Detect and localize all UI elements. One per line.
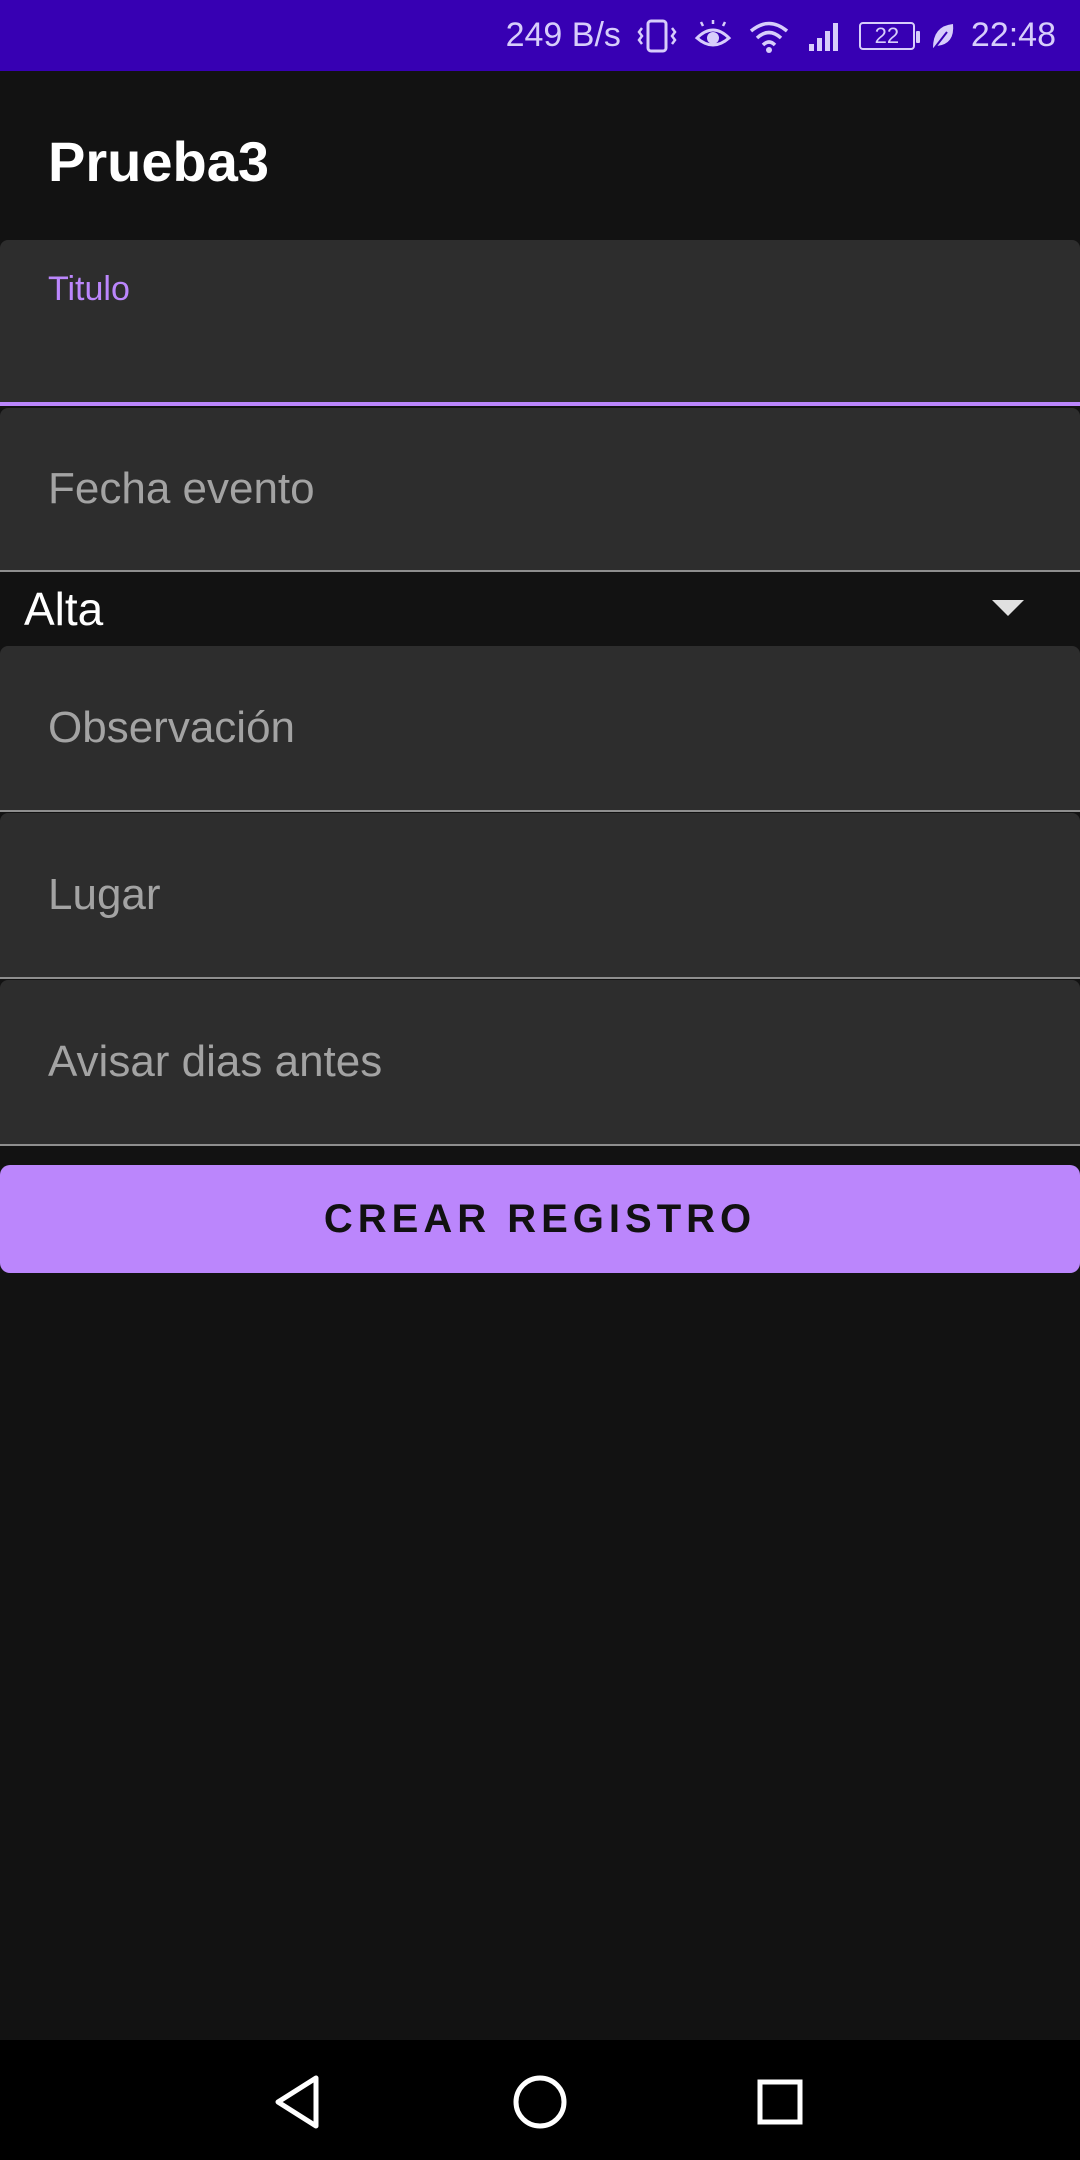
titulo-label: Titulo bbox=[48, 270, 130, 308]
battery-level: 22 bbox=[858, 21, 920, 50]
wifi-icon bbox=[747, 18, 791, 54]
app-bar: Prueba3 bbox=[0, 71, 1080, 240]
crear-registro-button[interactable]: CREAR REGISTRO bbox=[0, 1165, 1080, 1273]
priority-selected-value: Alta bbox=[24, 583, 104, 635]
observacion-field[interactable]: Observación bbox=[0, 646, 1080, 812]
network-speed: 249 B/s bbox=[505, 16, 621, 54]
leaf-icon bbox=[929, 20, 957, 52]
eye-comfort-icon bbox=[693, 18, 733, 54]
avisar-dias-placeholder: Avisar dias antes bbox=[48, 1037, 383, 1086]
recents-icon[interactable] bbox=[748, 2070, 812, 2134]
vibrate-icon bbox=[635, 18, 679, 54]
lugar-field[interactable]: Lugar bbox=[0, 813, 1080, 979]
status-bar: 249 B/s 22 22:48 bbox=[0, 0, 1080, 71]
home-icon[interactable] bbox=[508, 2070, 572, 2134]
avisar-dias-field[interactable]: Avisar dias antes bbox=[0, 980, 1080, 1146]
battery-icon: 22 bbox=[858, 21, 920, 50]
fecha-evento-placeholder: Fecha evento bbox=[48, 464, 315, 513]
navigation-bar bbox=[0, 2040, 1080, 2160]
fecha-evento-field[interactable]: Fecha evento bbox=[0, 408, 1080, 572]
observacion-placeholder: Observación bbox=[48, 703, 296, 752]
clock: 22:48 bbox=[970, 16, 1056, 54]
titulo-field[interactable]: Titulo bbox=[0, 240, 1080, 406]
dropdown-arrow-icon bbox=[992, 600, 1024, 616]
screen: 249 B/s 22 22:48 Prueba3 Titulo Fecha ev… bbox=[0, 0, 1080, 2160]
app-title: Prueba3 bbox=[48, 130, 269, 193]
priority-spinner[interactable]: Alta bbox=[0, 572, 1080, 646]
back-icon[interactable] bbox=[268, 2070, 332, 2134]
lugar-placeholder: Lugar bbox=[48, 870, 161, 919]
signal-icon bbox=[805, 18, 845, 54]
